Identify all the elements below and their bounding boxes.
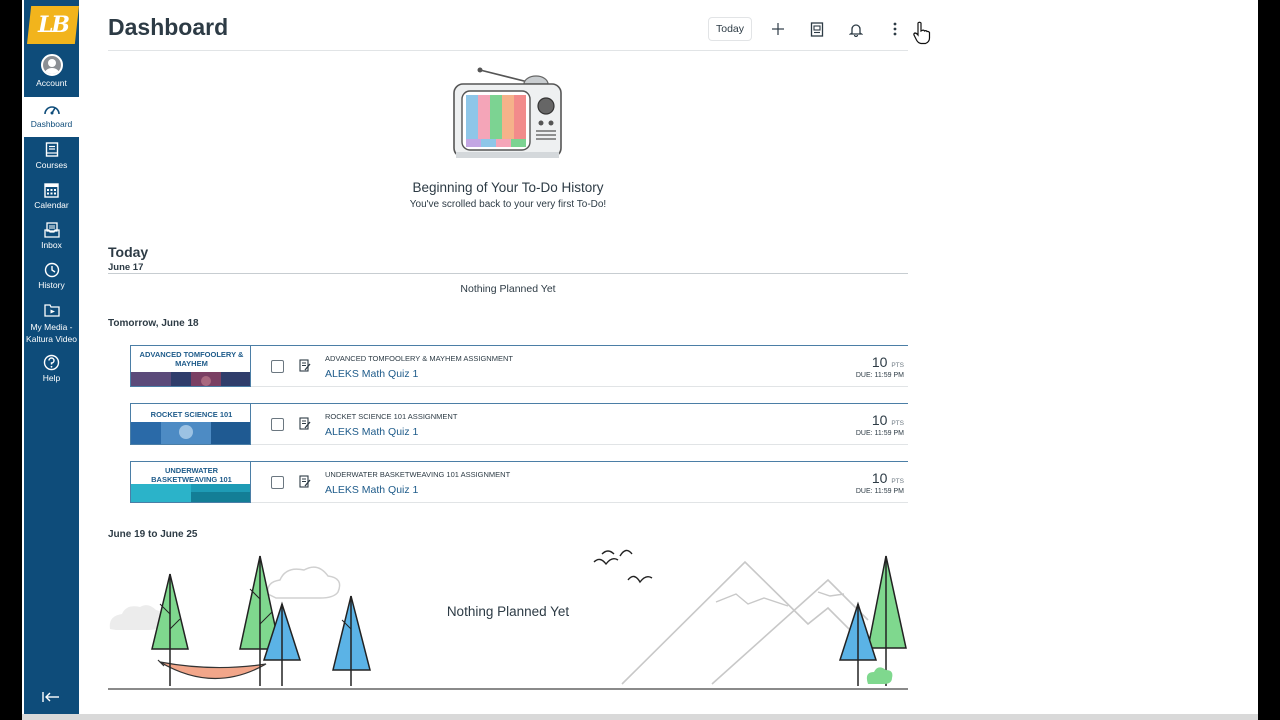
nav-inbox-label: Inbox [41, 240, 62, 250]
browser-viewport: LB Account Dashboard Courses Calendar In… [22, 0, 1258, 714]
item-title-link[interactable]: ALEKS Math Quiz 1 [325, 484, 418, 496]
course-badge[interactable]: ADVANCED TOMFOOLERY & MAYHEM [130, 346, 251, 387]
inbox-icon [43, 222, 60, 238]
nav-my-media-label-line2: Kaltura Video [26, 334, 77, 344]
dashboard-icon [43, 106, 60, 115]
assignment-icon [299, 417, 311, 430]
item-points: 10 PTS [872, 412, 904, 428]
points-unit: PTS [891, 478, 904, 485]
course-badge[interactable]: UNDERWATER BASKETWEAVING 101 [130, 462, 251, 503]
complete-checkbox[interactable] [271, 418, 284, 431]
nav-account-label: Account [36, 78, 67, 88]
more-vertical-icon[interactable] [885, 19, 905, 39]
window-bottom-edge [22, 714, 1258, 720]
planner-item: UNDERWATER BASKETWEAVING 101 UNDERWATER … [130, 461, 908, 503]
nav-my-media[interactable]: My Media - Kaltura Video [24, 302, 79, 348]
avatar [40, 54, 63, 76]
week-nothing-planned: Nothing Planned Yet [446, 604, 570, 619]
nav-courses[interactable]: Courses [24, 142, 79, 182]
nav-my-media-label: My Media - Kaltura Video [26, 321, 77, 345]
screen-border [1258, 0, 1280, 720]
courses-icon [45, 142, 58, 157]
nav-history-label: History [38, 280, 65, 290]
today-date: June 17 [108, 262, 144, 273]
complete-checkbox[interactable] [271, 360, 284, 373]
today-heading: Today [108, 244, 149, 260]
nav-inbox[interactable]: Inbox [24, 222, 79, 262]
nav-my-media-label-line1: My Media - [30, 322, 73, 332]
today-divider [108, 273, 908, 274]
course-badge[interactable]: ROCKET SCIENCE 101 [130, 404, 251, 445]
planner-item: ROCKET SCIENCE 101 ROCKET SCIENCE 101 AS… [130, 403, 908, 445]
collapse-icon[interactable] [42, 690, 60, 708]
points-value: 10 [871, 354, 888, 370]
course-badge-image [131, 372, 250, 386]
points-unit: PTS [891, 362, 904, 369]
item-points: 10 PTS [872, 470, 904, 486]
complete-checkbox[interactable] [271, 476, 284, 489]
media-icon [43, 304, 60, 317]
item-title-link[interactable]: ALEKS Math Quiz 1 [325, 368, 418, 380]
item-due: DUE: 11:59 PM [855, 372, 904, 379]
header-divider [108, 50, 908, 51]
bell-icon[interactable] [846, 19, 866, 39]
today-button[interactable]: Today [708, 17, 752, 41]
history-icon [44, 262, 59, 278]
plus-icon[interactable] [768, 19, 788, 39]
course-badge-image [131, 422, 250, 444]
global-nav: LB Account Dashboard Courses Calendar In… [24, 0, 79, 714]
nav-calendar[interactable]: Calendar [24, 182, 79, 222]
points-value: 10 [871, 470, 888, 486]
nav-help-label: Help [42, 373, 61, 383]
history-title: Beginning of Your To-Do History [412, 180, 604, 195]
planner-item: ADVANCED TOMFOOLERY & MAYHEM ADVANCED TO… [130, 345, 908, 387]
history-subtitle: You've scrolled back to your very first … [409, 199, 607, 210]
tv-illustration [453, 67, 562, 158]
course-badge-label: ADVANCED TOMFOOLERY & MAYHEM [139, 350, 244, 368]
help-icon [43, 354, 60, 371]
item-due: DUE: 11:59 PM [855, 488, 904, 495]
course-badge-label: UNDERWATER BASKETWEAVING 101 [151, 466, 232, 484]
nav-help[interactable]: Help [24, 354, 79, 394]
item-title-link[interactable]: ALEKS Math Quiz 1 [325, 426, 418, 438]
nav-dashboard-label: Dashboard [30, 119, 73, 129]
points-unit: PTS [891, 420, 904, 427]
pointer-cursor-icon [912, 21, 932, 50]
item-points: 10 PTS [872, 354, 904, 370]
nav-dashboard[interactable]: Dashboard [24, 97, 79, 137]
assignment-icon [299, 475, 311, 488]
course-badge-label: ROCKET SCIENCE 101 [150, 410, 233, 419]
nav-account[interactable]: Account [24, 54, 79, 96]
week-heading: June 19 to June 25 [108, 529, 198, 540]
calendar-icon [44, 183, 59, 198]
item-course-label: UNDERWATER BASKETWEAVING 101 ASSIGNMENT [325, 470, 511, 479]
nav-courses-label: Courses [35, 160, 68, 170]
item-course-label: ROCKET SCIENCE 101 ASSIGNMENT [325, 412, 458, 421]
points-value: 10 [871, 412, 888, 428]
item-course-label: ADVANCED TOMFOOLERY & MAYHEM ASSIGNMENT [325, 354, 513, 363]
logo[interactable]: LB [27, 6, 79, 44]
item-due: DUE: 11:59 PM [855, 430, 904, 437]
course-badge-image [131, 484, 250, 502]
nav-calendar-label: Calendar [34, 200, 69, 210]
nav-history[interactable]: History [24, 262, 79, 302]
tomorrow-heading: Tomorrow, June 18 [108, 318, 199, 329]
page-title: Dashboard [108, 14, 229, 40]
today-nothing-planned: Nothing Planned Yet [460, 283, 556, 295]
list-icon[interactable] [807, 19, 827, 39]
assignment-icon [299, 359, 311, 372]
logo-text: LB [37, 12, 70, 38]
